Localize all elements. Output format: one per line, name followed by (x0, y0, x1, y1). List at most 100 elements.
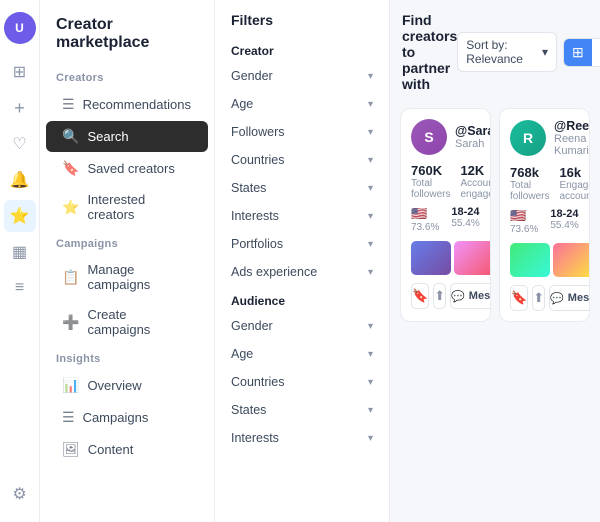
filter-portfolios[interactable]: Portfolios ▾ (215, 230, 389, 258)
nav-icon-menu[interactable]: ≡ (4, 272, 36, 304)
card-name-block: @ReenaK Reena Kumari (554, 119, 590, 157)
audience-filter-countries[interactable]: Countries ▾ (215, 368, 389, 396)
filter-gender[interactable]: Gender ▾ (215, 62, 389, 90)
chevron-icon: ▾ (368, 321, 373, 332)
main-layout: Filters Creator Gender ▾ Age ▾ Followers… (215, 0, 600, 522)
card-photos (411, 241, 480, 275)
card-stats: 768k Total followers 16k Engaged account… (510, 165, 579, 202)
chevron-icon: ▾ (368, 405, 373, 416)
create-icon: ➕ (62, 314, 79, 331)
stat-followers: 760K Total followers (411, 163, 450, 200)
sidebar-item-content[interactable]: 🖼 Content (46, 434, 208, 465)
audience-filter-states[interactable]: States ▾ (215, 396, 389, 424)
audience-filter-section: Audience (215, 286, 389, 312)
list-view-button[interactable]: ☰ (592, 39, 600, 66)
message-button[interactable]: 💬 Message (450, 283, 491, 309)
sidebar-item-interested[interactable]: ⭐ Interested creators (46, 185, 208, 229)
message-icon: 💬 (451, 290, 465, 303)
photo-thumb (553, 243, 590, 277)
sidebar-item-create-campaigns[interactable]: ➕ Create campaigns (46, 300, 208, 344)
card-stats: 760K Total followers 12K Accounts engage… (411, 163, 480, 200)
filters-title: Filters (215, 12, 389, 36)
filter-followers[interactable]: Followers ▾ (215, 118, 389, 146)
chevron-icon: ▾ (368, 71, 373, 82)
avatar[interactable]: U (4, 12, 36, 44)
campaigns-section-title: Campaigns (40, 230, 214, 254)
share-button[interactable]: ⬆ (532, 285, 545, 311)
filter-countries[interactable]: Countries ▾ (215, 146, 389, 174)
audience-filter-age[interactable]: Age ▾ (215, 340, 389, 368)
chevron-icon: ▾ (368, 349, 373, 360)
filter-age[interactable]: Age ▾ (215, 90, 389, 118)
card-header: S @Sarah Sarah (411, 119, 480, 155)
filter-states[interactable]: States ▾ (215, 174, 389, 202)
message-button[interactable]: 💬 Message (549, 285, 590, 311)
sidebar-item-search[interactable]: 🔍 Search (46, 121, 208, 152)
audience-filter-interests[interactable]: Interests ▾ (215, 424, 389, 452)
filter-ads-experience[interactable]: Ads experience ▾ (215, 258, 389, 286)
chevron-icon: ▾ (368, 127, 373, 138)
stat-engaged: 12K Accounts engaged (460, 163, 491, 200)
content-icon: 🖼 (62, 441, 80, 458)
app-title: Creator marketplace (40, 12, 214, 64)
chevron-icon: ▾ (368, 267, 373, 278)
nav-icon-bell[interactable]: 🔔 (4, 164, 36, 196)
grid-view-button[interactable]: ⊞ (564, 39, 592, 66)
nav-icon-home[interactable]: ⊞ (4, 56, 36, 88)
chevron-icon: ▾ (368, 377, 373, 388)
bookmark-button[interactable]: 🔖 (510, 285, 528, 311)
creator-card-reenak: R @ReenaK Reena Kumari 768k Total follow… (499, 108, 590, 322)
demo-age: 18-24 55.4% (550, 208, 578, 235)
chevron-icon: ▾ (368, 99, 373, 110)
card-actions: 🔖 ⬆ 💬 Message (411, 283, 480, 309)
creators-section-title: Creators (40, 64, 214, 88)
nav-icon-heart[interactable]: ♡ (4, 128, 36, 160)
card-name-block: @Sarah Sarah (455, 124, 491, 150)
card-handle: @Sarah (455, 124, 491, 138)
share-button[interactable]: ⬆ (433, 283, 446, 309)
stat-followers: 768k Total followers (510, 165, 549, 202)
card-real-name: Sarah (455, 138, 491, 150)
photo-thumb (411, 241, 451, 275)
avatar: R (510, 120, 546, 156)
filter-interests[interactable]: Interests ▾ (215, 202, 389, 230)
sort-dropdown[interactable]: Sort by: Relevance ▾ (457, 32, 557, 72)
card-photos (510, 243, 579, 277)
card-demographics: 🇺🇸 73.6% 18-24 55.4% Female 89.9% (411, 206, 480, 233)
nav-icon-star[interactable]: ⭐ (4, 200, 36, 232)
demo-flag: 🇺🇸 73.6% (411, 206, 439, 233)
dropdown-chevron: ▾ (542, 45, 548, 59)
manage-icon: 📋 (62, 269, 79, 286)
results-area: Find creators to partner with Sort by: R… (390, 0, 600, 522)
nav-icon-chart[interactable]: ▦ (4, 236, 36, 268)
card-handle: @ReenaK (554, 119, 590, 133)
sidebar-item-campaigns[interactable]: ☰ Campaigns (46, 402, 208, 433)
interested-icon: ⭐ (62, 199, 79, 216)
overview-icon: 📊 (62, 377, 79, 394)
recommendations-icon: ☰ (62, 96, 75, 113)
nav-icon-add[interactable]: + (4, 92, 36, 124)
chevron-icon: ▾ (368, 211, 373, 222)
demo-flag: 🇺🇸 73.6% (510, 208, 538, 235)
bookmark-button[interactable]: 🔖 (411, 283, 429, 309)
sidebar-item-manage-campaigns[interactable]: 📋 Manage campaigns (46, 255, 208, 299)
view-toggle: ⊞ ☰ (563, 38, 600, 67)
audience-filter-gender[interactable]: Gender ▾ (215, 312, 389, 340)
card-demographics: 🇺🇸 73.6% 18-24 55.4% Female 89.9% (510, 208, 579, 235)
demo-age: 18-24 55.4% (451, 206, 479, 233)
chevron-icon: ▾ (368, 183, 373, 194)
sidebar-item-recommendations[interactable]: ☰ Recommendations (46, 89, 208, 120)
photo-thumb (510, 243, 550, 277)
filters-panel: Filters Creator Gender ▾ Age ▾ Followers… (215, 0, 390, 522)
insights-section-title: Insights (40, 345, 214, 369)
sidebar-item-overview[interactable]: 📊 Overview (46, 370, 208, 401)
campaigns-icon: ☰ (62, 409, 75, 426)
chevron-icon: ▾ (368, 155, 373, 166)
nav-icon-settings[interactable]: ⚙ (4, 478, 36, 510)
card-header: R @ReenaK Reena Kumari (510, 119, 579, 157)
search-icon: 🔍 (62, 128, 79, 145)
stat-engaged: 16k Engaged accounts (559, 165, 590, 202)
sidebar-item-saved[interactable]: 🔖 Saved creators (46, 153, 208, 184)
results-header: Find creators to partner with Sort by: R… (390, 0, 600, 100)
avatar: S (411, 119, 447, 155)
